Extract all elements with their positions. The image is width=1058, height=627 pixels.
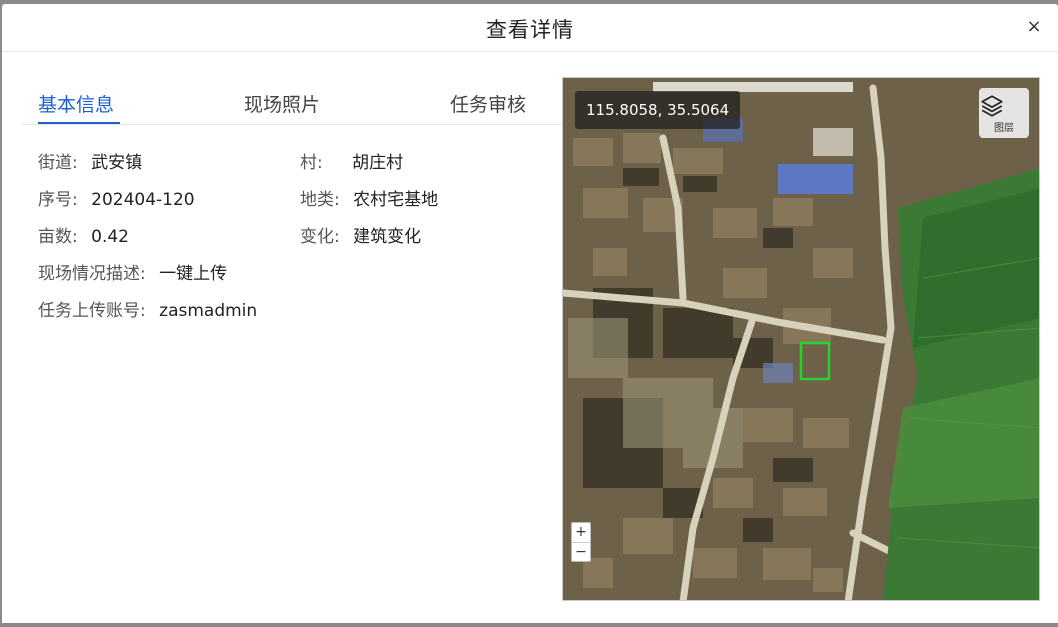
field-serial: 序号: 202404-120 bbox=[38, 185, 195, 210]
zoom-out-button[interactable]: − bbox=[572, 542, 590, 561]
tab-bar: 基本信息 现场照片 任务审核 bbox=[22, 82, 562, 125]
field-label: 序号: bbox=[38, 190, 78, 210]
field-value: 胡庄村 bbox=[352, 153, 404, 173]
field-change: 变化: 建筑变化 bbox=[300, 222, 421, 247]
field-label: 任务上传账号: bbox=[38, 301, 146, 321]
field-label: 亩数: bbox=[38, 227, 78, 247]
field-area: 亩数: 0.42 bbox=[38, 222, 129, 247]
field-label: 变化: bbox=[300, 227, 340, 247]
field-value: 0.42 bbox=[91, 227, 129, 247]
field-value: 建筑变化 bbox=[353, 227, 422, 247]
field-value: 202404-120 bbox=[91, 190, 195, 210]
tab-site-photos[interactable]: 现场照片 bbox=[244, 90, 320, 117]
field-label: 村: bbox=[300, 153, 323, 173]
layer-switch-button[interactable]: 图层 bbox=[979, 88, 1029, 138]
field-street: 街道: 武安镇 bbox=[38, 148, 142, 173]
active-tab-indicator bbox=[38, 122, 120, 124]
zoom-control: + − bbox=[571, 522, 591, 562]
satellite-map[interactable]: 115.8058, 35.5064 图层 + − bbox=[562, 77, 1040, 601]
basic-info-panel: 街道: 武安镇 村: 胡庄村 序号: 202404-120 地类: 农村宅基地 … bbox=[38, 144, 538, 344]
coordinate-readout: 115.8058, 35.5064 bbox=[575, 91, 741, 129]
layers-icon bbox=[981, 95, 1003, 117]
field-label: 地类: bbox=[300, 190, 340, 210]
field-account: 任务上传账号: zasmadmin bbox=[38, 296, 257, 321]
field-land-type: 地类: 农村宅基地 bbox=[300, 185, 438, 210]
field-value: 武安镇 bbox=[91, 153, 143, 173]
field-description: 现场情况描述: 一键上传 bbox=[38, 259, 227, 284]
field-value: 一键上传 bbox=[159, 264, 228, 284]
layer-label: 图层 bbox=[994, 123, 1014, 134]
dialog-header: 查看详情 × bbox=[2, 4, 1058, 52]
close-button[interactable]: × bbox=[1024, 16, 1044, 38]
field-label: 现场情况描述: bbox=[38, 264, 146, 284]
field-value: zasmadmin bbox=[159, 301, 258, 321]
zoom-in-button[interactable]: + bbox=[572, 523, 590, 542]
field-village: 村: 胡庄村 bbox=[300, 148, 403, 173]
details-dialog: 查看详情 × 基本信息 现场照片 任务审核 街道: 武安镇 村: 胡庄村 序号:… bbox=[2, 4, 1058, 623]
tab-basic-info[interactable]: 基本信息 bbox=[38, 90, 114, 117]
field-value: 农村宅基地 bbox=[353, 190, 439, 210]
satellite-imagery bbox=[563, 78, 1039, 600]
dialog-title: 查看详情 bbox=[486, 18, 574, 42]
tab-task-review[interactable]: 任务审核 bbox=[450, 90, 526, 117]
field-label: 街道: bbox=[38, 153, 78, 173]
